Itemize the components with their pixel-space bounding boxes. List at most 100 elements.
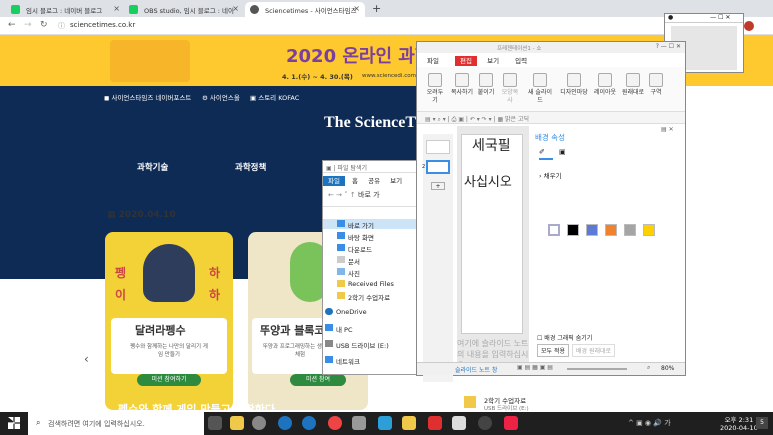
nav-desktop[interactable]: 바탕 화면	[337, 232, 374, 242]
nav-documents[interactable]: 문서	[337, 256, 360, 266]
view-buttons[interactable]: ▣ ▤ ▦ ▣ ▤	[517, 364, 553, 371]
ie-icon[interactable]	[302, 416, 316, 430]
slide-thumb-1[interactable]	[426, 140, 450, 154]
tab-sciencetimes[interactable]: Sciencetimes - 사이언스타임즈 ×	[245, 2, 365, 17]
fill-tab-icon[interactable]: ✐	[539, 148, 553, 160]
copy-button[interactable]: 복사하기	[449, 73, 475, 97]
carousel-prev-icon[interactable]: ‹	[84, 352, 89, 366]
picture-icon	[337, 268, 345, 275]
new-tab-button[interactable]: +	[372, 2, 381, 15]
file-explorer-window: ▣ | 파일 탐색기 파일 홈 공유 보기 ← → ˅ ↑ 바로 가 바로 가기…	[322, 160, 418, 375]
app-icon[interactable]	[428, 416, 442, 430]
status-bar: 슬라이드 노트 창 ▣ ▤ ▦ ▣ ▤ ⌕ 80%	[417, 362, 685, 375]
effect-tab-icon[interactable]: ▣	[559, 148, 566, 156]
obs-icon[interactable]	[478, 416, 492, 430]
paste-icon	[479, 73, 493, 87]
site-logo[interactable]: The ScienceTimes	[324, 114, 416, 132]
apply-all-button[interactable]: 모두 적용	[537, 344, 569, 357]
menu-edit[interactable]: 편집	[455, 56, 478, 66]
tab-naver-blog-2[interactable]: OBS studio, 임시 블로그 : 네이 ×	[124, 2, 244, 17]
card-pengsu[interactable]: 펭 하 이 하 달려라펭수 펭수와 함께하는 나만의 달리기 게임 만들기 미션…	[105, 232, 233, 410]
explorer-tab-home[interactable]: 홈	[352, 177, 358, 185]
menu-view[interactable]: 보기	[487, 57, 499, 65]
section-button[interactable]: 구역	[647, 73, 665, 97]
notification-badge[interactable]: 5	[756, 417, 768, 429]
tab-bar: 임시 블로그 : 네이버 블로그 × OBS studio, 임시 블로그 : 네…	[0, 0, 773, 17]
reload-icon[interactable]: ↻	[40, 20, 48, 30]
swatch-yellow[interactable]	[643, 224, 655, 236]
tray-icons[interactable]: ^ ▣ ◉ 🔊 가	[628, 418, 671, 428]
show-icon[interactable]	[504, 416, 518, 430]
nav-pictures[interactable]: 사진	[337, 268, 360, 278]
zoom-icon[interactable]: ⌕	[647, 364, 650, 372]
layout-button[interactable]: 레이아웃	[591, 73, 619, 97]
taskbar-search[interactable]: ⌕ 검색하려면 여기에 입력하십시오.	[28, 412, 204, 435]
reset-bg-button[interactable]: 배경 원래대로	[572, 344, 616, 357]
swatch-blue[interactable]	[586, 224, 598, 236]
fill-section[interactable]: › 채우기	[539, 170, 562, 180]
nav-class-materials[interactable]: 2학기 수업자료	[337, 292, 390, 302]
app-icon[interactable]	[352, 416, 366, 430]
back-icon[interactable]: ←	[8, 20, 16, 30]
nav-downloads[interactable]: 다운로드	[337, 244, 372, 254]
notes-icon[interactable]	[402, 416, 416, 430]
windows-start-icon[interactable]	[8, 417, 20, 429]
nav-network[interactable]: 네트워크	[325, 356, 360, 366]
close-icon[interactable]: ×	[232, 4, 239, 13]
cut-button[interactable]: 오려두기	[425, 73, 445, 105]
swatch-gray[interactable]	[624, 224, 636, 236]
explorer-tab-view[interactable]: 보기	[390, 177, 402, 185]
forward-icon[interactable]: →	[24, 20, 32, 30]
explorer-tab-file[interactable]: 파일	[323, 176, 345, 186]
reset-button[interactable]: 원래대로	[619, 73, 647, 97]
edge-icon[interactable]	[278, 416, 292, 430]
star-icon	[337, 220, 345, 227]
slide-thumb-2[interactable]: 2	[422, 160, 450, 174]
nav-onedrive[interactable]: OneDrive	[325, 308, 367, 316]
nav-received-files[interactable]: Received Files	[337, 280, 394, 288]
nav-this-pc[interactable]: 내 PC	[325, 324, 353, 334]
background-panel: 배경 속성 ▤ ✕ ✐ ▣ › 채우기	[531, 126, 685, 356]
zoom-slider[interactable]	[567, 368, 627, 370]
task-view-icon[interactable]	[208, 416, 222, 430]
mission-button[interactable]: 미션 참여	[290, 374, 346, 386]
file-explorer-icon[interactable]	[230, 416, 244, 430]
settings-icon[interactable]	[252, 416, 266, 430]
close-icon[interactable]: ×	[113, 4, 120, 13]
panel-close-icon[interactable]: ▤ ✕	[661, 126, 674, 133]
add-slide-button[interactable]: +	[431, 182, 445, 190]
info-icon[interactable]: ⓘ	[58, 21, 65, 31]
subnav-scienceall[interactable]: ⚙ 사이언스올	[202, 92, 240, 102]
notes-pane-toggle[interactable]: 슬라이드 노트 창	[455, 365, 497, 374]
hide-bg-checkbox[interactable]: ☐ 배경 그래픽 숨기기	[537, 333, 592, 342]
chrome-icon[interactable]	[328, 416, 342, 430]
new-slide-button[interactable]: 새 슬라이드	[527, 73, 553, 105]
app-icon[interactable]	[378, 416, 392, 430]
close-icon[interactable]: ×	[353, 4, 360, 13]
explorer-tab-share[interactable]: 공유	[368, 177, 380, 185]
menu-insert[interactable]: 입력	[515, 57, 527, 65]
clock[interactable]: 오후 2:31 2020-04-10	[720, 414, 758, 432]
subnav-post[interactable]: ◼ 사이언스타임즈 네이버포스트	[104, 92, 191, 102]
menu-file[interactable]: 파일	[427, 57, 439, 65]
menu-tech[interactable]: 과학기술	[137, 161, 168, 173]
format-painter-button[interactable]: 모양복사	[499, 73, 521, 105]
swatch-orange[interactable]	[605, 224, 617, 236]
slide[interactable]: 세국필 사십시오	[461, 134, 523, 334]
url-field[interactable]: sciencetimes.co.kr	[70, 21, 135, 29]
paste-button[interactable]: 붙이기	[475, 73, 497, 97]
swatch-black[interactable]	[567, 224, 579, 236]
menu-policy[interactable]: 과학정책	[235, 161, 266, 173]
avatar[interactable]	[744, 21, 754, 31]
subnav-kofac[interactable]: ▣ 스토리 KOFAC	[250, 92, 299, 102]
window-controls[interactable]: ? — ☐ ✕	[656, 43, 681, 50]
swatch-white[interactable]	[548, 224, 560, 236]
tab-naver-blog-1[interactable]: 임시 블로그 : 네이버 블로그 ×	[6, 2, 125, 17]
nav-quick-access[interactable]: 바로 가기	[337, 220, 374, 230]
explorer-path[interactable]: 바로 가	[358, 191, 380, 199]
design-button[interactable]: 디자인마당	[557, 73, 591, 97]
app-icon[interactable]	[452, 416, 466, 430]
nav-usb-drive[interactable]: USB 드라이브 (E:)	[325, 340, 389, 350]
slide-thumbnails: 2 +	[422, 134, 453, 382]
mission-button[interactable]: 미션 참여하기	[137, 374, 201, 386]
